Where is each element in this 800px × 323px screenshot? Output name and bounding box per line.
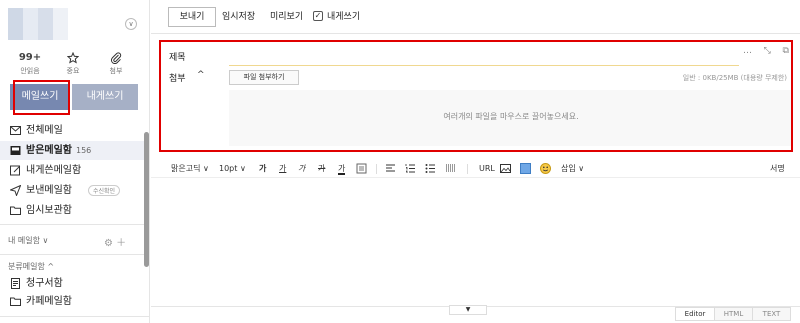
preview-button[interactable]: 미리보기: [270, 7, 303, 27]
unread-shortcut[interactable]: 99+ 안읽음: [10, 52, 50, 76]
window-tools: … ⤡ ⧉: [743, 46, 789, 58]
folder-label: 받은메일함: [26, 145, 72, 156]
unread-count: 99+: [18, 52, 42, 63]
tab-html[interactable]: HTML: [714, 308, 752, 320]
folder-label: 전체메일: [26, 125, 63, 136]
account-chevron-icon[interactable]: ∨: [125, 18, 137, 30]
important-shortcut[interactable]: 중요: [53, 52, 93, 76]
folder-bills[interactable]: 청구서함: [0, 274, 149, 293]
separator: [376, 164, 377, 174]
file-dropzone[interactable]: 여러개의 파일을 마우스로 끌어놓으세요.: [229, 90, 793, 146]
folder-icon: [10, 297, 21, 306]
mail-icon: [10, 126, 21, 135]
sidebar-divider: [0, 224, 149, 225]
numbered-list-icon[interactable]: [405, 163, 416, 174]
italic-button[interactable]: 가: [298, 163, 305, 175]
account-avatar[interactable]: [8, 8, 68, 40]
bold-button[interactable]: 가: [259, 163, 266, 175]
attachment-label: 첨부: [109, 67, 123, 75]
font-family-value: 맑은고딕: [171, 164, 201, 173]
send-button[interactable]: 보내기: [168, 7, 216, 27]
popout-icon[interactable]: ⧉: [783, 46, 789, 58]
folder-self-mail[interactable]: 내게쓴메일함: [0, 161, 149, 180]
minimize-icon[interactable]: …: [743, 46, 752, 58]
unread-count-badge: 156: [76, 146, 92, 155]
font-family-select[interactable]: 맑은고딕 ∨: [171, 163, 209, 175]
text-color-button[interactable]: 가: [338, 163, 346, 175]
insert-label: 삽입: [561, 164, 576, 173]
attach-label: 첨부: [169, 74, 186, 84]
bill-icon: [11, 278, 20, 289]
format-toolbar: 맑은고딕 ∨ 10pt ∨ 가 가 가 가 가 URL 삽입 ∨ 서명: [151, 160, 800, 178]
folder-label: 내게쓴메일함: [26, 165, 82, 176]
chevron-up-icon[interactable]: ^: [197, 70, 205, 80]
save-draft-button[interactable]: 임시저장: [222, 7, 255, 27]
inbox-icon: [10, 146, 21, 155]
sidebar-scrollbar[interactable]: [144, 132, 149, 267]
write-to-self-button[interactable]: 내게쓰기: [72, 84, 138, 110]
emoji-icon[interactable]: [540, 163, 551, 174]
insert-link-button[interactable]: URL: [479, 163, 495, 175]
folder-cafe[interactable]: 카페메일함: [0, 292, 149, 311]
attachment-shortcut[interactable]: 첨부: [96, 52, 136, 76]
subject-input[interactable]: [229, 44, 739, 66]
folder-label: 임시보관함: [26, 205, 72, 216]
background-color-icon[interactable]: [356, 163, 367, 174]
folder-label: 청구서함: [26, 278, 63, 289]
add-icon[interactable]: ＋: [116, 238, 126, 249]
folder-drafts[interactable]: 임시보관함: [0, 201, 149, 220]
underline-button[interactable]: 가: [279, 163, 286, 175]
folder-label: 보낸메일함: [26, 185, 72, 196]
collapse-icon[interactable]: ⤡: [764, 46, 771, 58]
font-size-select[interactable]: 10pt ∨: [219, 163, 246, 175]
sidebar-divider: [0, 316, 149, 317]
tab-text[interactable]: TEXT: [752, 308, 790, 320]
font-size-value: 10pt: [219, 164, 238, 173]
folder-all-mail[interactable]: 전체메일: [0, 121, 149, 140]
editor-mode-tabs: Editor HTML TEXT: [675, 307, 791, 321]
insert-menu-button[interactable]: 삽입 ∨: [561, 163, 584, 175]
sidebar: ∨ 99+ 안읽음 중요 첨부 메일쓰기 내게쓰기 전체메일 받은메일함 156 …: [0, 0, 150, 323]
tab-editor[interactable]: Editor: [676, 308, 714, 320]
gear-icon[interactable]: ⚙: [104, 238, 113, 249]
dropzone-text: 여러개의 파일을 마우스로 끌어놓으세요.: [443, 112, 579, 121]
unread-label: 안읽음: [20, 67, 40, 75]
sidebar-divider: [0, 254, 149, 255]
important-label: 중요: [66, 67, 80, 75]
attach-capacity: 일반 : 0KB/25MB (대용량 무제한): [682, 74, 787, 82]
folder-inbox[interactable]: 받은메일함 156: [0, 141, 149, 160]
star-icon: [53, 52, 93, 64]
mail-body-editor[interactable]: [151, 179, 800, 307]
line-spacing-icon[interactable]: [445, 163, 456, 174]
separator: [467, 164, 468, 174]
category-mailbox-toggle[interactable]: 분류메일함 ^: [8, 261, 54, 272]
mail-header: 제목 … ⤡ ⧉ 첨부 ^ 파일 첨부하기 일반 : 0KB/25MB (대용량…: [159, 40, 793, 152]
resize-handle-icon[interactable]: ▼: [449, 305, 487, 315]
compose-area: 보내기 임시저장 미리보기 ✓ 내게쓰기 제목 … ⤡ ⧉ 첨부 ^ 파일 첨부…: [151, 0, 800, 323]
read-receipt-badge[interactable]: 수신확인: [88, 185, 121, 196]
compose-button[interactable]: 메일쓰기: [10, 84, 70, 110]
mailbox-tools: ⚙ ＋: [104, 234, 126, 249]
folder-icon: [10, 206, 21, 215]
bullet-list-icon[interactable]: [425, 163, 436, 174]
subject-label: 제목: [169, 53, 186, 63]
align-left-icon[interactable]: [385, 163, 396, 174]
self-checkbox-icon[interactable]: ✓: [313, 11, 323, 21]
folder-sent[interactable]: 보낸메일함 수신확인: [0, 181, 149, 200]
self-note-icon: [10, 165, 21, 176]
insert-image-icon[interactable]: [500, 163, 511, 174]
send-icon: [10, 185, 21, 196]
paperclip-icon: [96, 52, 136, 64]
self-checkbox-label[interactable]: 내게쓰기: [327, 7, 360, 27]
strikethrough-button[interactable]: 가: [318, 163, 325, 175]
folder-label: 카페메일함: [26, 296, 72, 307]
compose-toolbar: 보내기 임시저장 미리보기 ✓ 내게쓰기: [151, 0, 800, 34]
attach-file-button[interactable]: 파일 첨부하기: [229, 70, 299, 85]
my-mailbox-toggle[interactable]: 내 메일함 ∨: [8, 235, 48, 246]
signature-button[interactable]: 서명: [770, 163, 785, 175]
insert-table-icon[interactable]: [520, 163, 531, 174]
